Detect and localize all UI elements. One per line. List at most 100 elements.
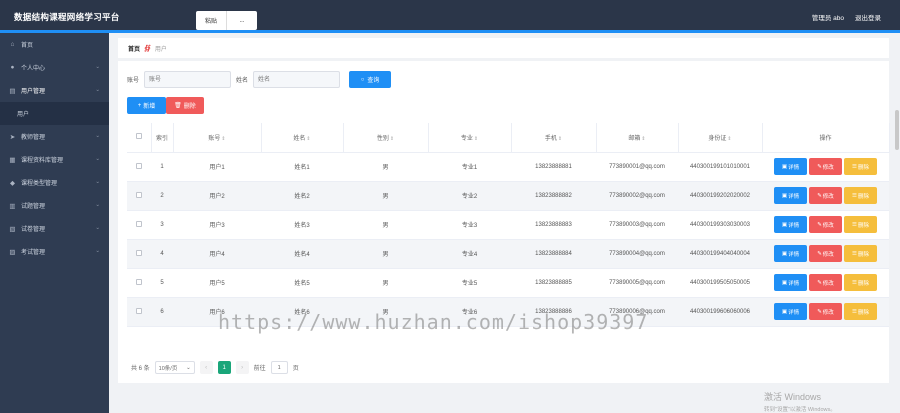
- sidebar-item-6[interactable]: ◆ 课程类型管理 ⌄: [0, 171, 109, 194]
- table-cell: 姓名4: [261, 239, 343, 269]
- row-select-cell[interactable]: [127, 268, 151, 298]
- prev-page-button[interactable]: ‹: [199, 361, 213, 374]
- edit-button[interactable]: ✎ 修改: [809, 245, 842, 262]
- row-select-cell[interactable]: [127, 210, 151, 240]
- edit-icon: ✎: [817, 221, 822, 228]
- remove-button[interactable]: ☰ 删除: [844, 274, 877, 291]
- row-checkbox[interactable]: [136, 191, 142, 198]
- edit-icon: ✎: [817, 163, 822, 170]
- search-button[interactable]: ○ 查询: [349, 71, 392, 88]
- sidebar-item-5[interactable]: ▦ 课程资料库管理 ⌄: [0, 148, 109, 171]
- sort-icon: ⇕: [727, 135, 732, 142]
- col-gender[interactable]: 性别⇕: [343, 123, 429, 153]
- batch-delete-button[interactable]: 🗑 删除: [166, 97, 204, 114]
- trash-icon: ☰: [852, 279, 857, 286]
- col-name[interactable]: 姓名⇕: [261, 123, 344, 153]
- row-select-cell[interactable]: [127, 239, 151, 269]
- remove-button[interactable]: ☰ 删除: [844, 187, 877, 204]
- col-email[interactable]: 邮箱⇕: [596, 123, 679, 153]
- sidebar-item-0[interactable]: ⌂ 首页: [0, 33, 109, 56]
- remove-button[interactable]: ☰ 删除: [844, 158, 877, 175]
- sidebar-item-8[interactable]: ▧ 试卷管理 ⌄: [0, 217, 109, 240]
- logout-link[interactable]: 退出登录: [855, 12, 881, 22]
- edit-button[interactable]: ✎ 修改: [809, 303, 842, 320]
- sidebar-item-label: 试题管理: [21, 204, 46, 210]
- name-input[interactable]: [253, 71, 341, 88]
- sidebar-item-1[interactable]: ● 个人中心 ⌄: [0, 56, 109, 79]
- detail-icon: ▣: [781, 308, 788, 315]
- table-cell: 13823888885: [511, 268, 596, 298]
- col-major[interactable]: 专业⇕: [428, 123, 512, 153]
- edit-button[interactable]: ✎ 修改: [809, 274, 842, 291]
- breadcrumb-home[interactable]: 首页: [128, 44, 140, 53]
- home-icon: ⌂: [10, 41, 15, 48]
- edit-icon: ✎: [817, 308, 822, 315]
- account-input[interactable]: [144, 71, 232, 88]
- remove-button[interactable]: ☰ 删除: [844, 216, 877, 233]
- table-cell: 773890001@qq.com: [596, 152, 678, 182]
- table-cell: 男: [343, 239, 428, 269]
- row-checkbox[interactable]: [136, 162, 142, 169]
- table-cell: 440300199101010001: [678, 152, 762, 182]
- paste-button[interactable]: 粘贴: [196, 11, 226, 30]
- select-all-checkbox[interactable]: [135, 133, 142, 140]
- page-scrollbar[interactable]: [895, 110, 899, 150]
- top-header: 数据结构课程网络学习平台 粘贴 ... 管理员 abo 退出登录: [0, 0, 900, 33]
- sidebar-item-4[interactable]: ➤ 教师管理 ⌄: [0, 125, 109, 148]
- breadcrumb-separator-icon: ∯: [144, 45, 151, 52]
- table-cell: 6: [151, 297, 173, 327]
- remove-button[interactable]: ☰ 删除: [844, 303, 877, 320]
- select-all-cell[interactable]: [127, 123, 152, 153]
- row-select-cell[interactable]: [127, 181, 151, 211]
- user-label: 管理员 abo: [811, 15, 844, 22]
- row-checkbox[interactable]: [136, 278, 142, 285]
- edit-button[interactable]: ✎ 修改: [809, 187, 842, 204]
- breadcrumb: 首页 ∯ 用户: [118, 38, 889, 58]
- table-cell: 13823888883: [511, 210, 596, 240]
- table-cell: 4: [151, 239, 173, 269]
- detail-button[interactable]: ▣ 详情: [774, 303, 807, 320]
- row-checkbox[interactable]: [136, 249, 142, 256]
- table-row: 4 用户4 姓名4 男专业4 13823888884 773890004@qq.com 44…: [127, 239, 889, 269]
- add-button[interactable]: + 新增: [127, 97, 166, 114]
- sidebar-item-label: 个人中心: [21, 66, 46, 72]
- sidebar-item-label: 课程资料库管理: [21, 158, 64, 164]
- detail-button[interactable]: ▣ 详情: [774, 158, 807, 175]
- chevron-down-icon: ⌄: [95, 133, 100, 139]
- table-cell: 男: [343, 181, 428, 211]
- sidebar-item-7[interactable]: ▥ 试题管理 ⌄: [0, 194, 109, 217]
- table-cell: 男: [343, 268, 428, 298]
- detail-button[interactable]: ▣ 详情: [774, 216, 807, 233]
- sidebar-item-3[interactable]: 用户: [0, 102, 109, 125]
- sidebar-item-2[interactable]: ▤ 用户管理 ⌄: [0, 79, 109, 102]
- detail-button[interactable]: ▣ 详情: [774, 245, 807, 262]
- row-checkbox[interactable]: [136, 220, 142, 227]
- row-checkbox[interactable]: [136, 307, 142, 314]
- col-account[interactable]: 账号⇕: [173, 123, 262, 153]
- row-select-cell[interactable]: [127, 297, 151, 327]
- detail-button[interactable]: ▣ 详情: [774, 187, 807, 204]
- next-page-button[interactable]: ›: [235, 361, 249, 374]
- sort-icon: ⇕: [641, 135, 646, 142]
- detail-button[interactable]: ▣ 详情: [774, 274, 807, 291]
- page-1-button[interactable]: 1: [217, 361, 231, 374]
- sidebar-item-9[interactable]: ▨ 考试管理 ⌄: [0, 240, 109, 263]
- remove-button[interactable]: ☰ 删除: [844, 245, 877, 262]
- row-select-cell[interactable]: [127, 152, 151, 182]
- more-button[interactable]: ...: [226, 11, 257, 30]
- exam-icon: ▨: [9, 248, 16, 256]
- sidebar-item-label: 用户: [17, 112, 30, 118]
- total-count: 共 6 条: [131, 366, 150, 372]
- trash-icon: ☰: [852, 192, 857, 199]
- col-phone[interactable]: 手机⇕: [511, 123, 597, 153]
- floating-toolbar: 粘贴 ...: [196, 11, 257, 30]
- edit-button[interactable]: ✎ 修改: [809, 158, 842, 175]
- page-size-select[interactable]: 10条/页 ⌄: [154, 361, 195, 374]
- table-cell: 专业4: [428, 239, 511, 269]
- search-button-label: 查询: [367, 78, 380, 84]
- table-cell: 用户4: [173, 239, 261, 269]
- col-idcard[interactable]: 身份证⇕: [678, 123, 763, 153]
- table-cell: 3: [151, 210, 173, 240]
- goto-page-input[interactable]: 1: [270, 361, 288, 374]
- edit-button[interactable]: ✎ 修改: [809, 216, 842, 233]
